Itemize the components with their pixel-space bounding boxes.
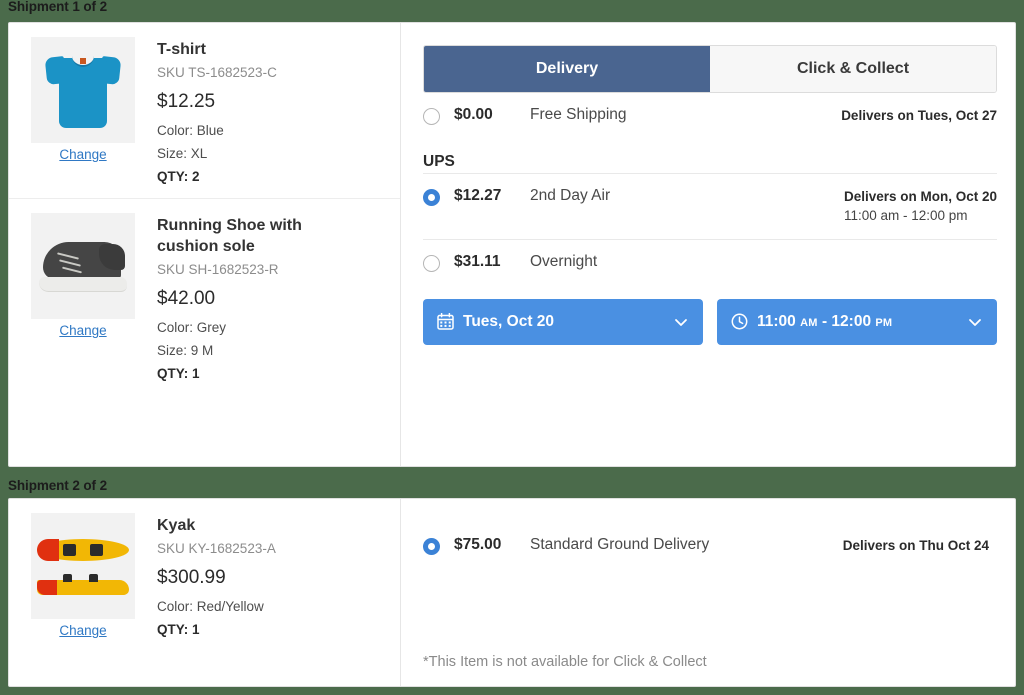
radio-2nd-day-air[interactable] (423, 188, 440, 206)
product-price: $12.25 (157, 91, 216, 113)
product-row: Change Running Shoe with cushion sole SK… (9, 198, 400, 395)
time-end: 12:00 (831, 312, 872, 330)
product-title: Kyak (157, 517, 196, 534)
option-price: $12.27 (454, 186, 502, 204)
shipment-1-card: Change T-shirt SKU TS-1682523-C $12.25 C… (8, 22, 1016, 467)
product-price: $42.00 (157, 288, 216, 310)
shipping-option-standard-ground[interactable]: $75.00 Standard Ground Delivery Delivers… (423, 523, 989, 569)
product-qty: QTY: 1 (157, 366, 200, 382)
time-start-meridiem: AM (800, 316, 818, 329)
carrier-name: UPS (423, 152, 455, 170)
running-shoe-icon (39, 242, 127, 294)
product-title: Running Shoe with cushion sole (157, 217, 302, 256)
option-price: $31.11 (454, 252, 501, 270)
product-size: Size: 9 M (157, 343, 214, 359)
tshirt-thumbnail (31, 37, 135, 143)
delivery-slot-pickers: Tues, Oct 20 11:00 AM - 12:00 PM (401, 285, 1023, 345)
delivery-date-picker[interactable]: Tues, Oct 20 (423, 298, 703, 345)
product-price: $300.99 (157, 567, 226, 589)
delivery-time-picker[interactable]: 11:00 AM - 12:00 PM (717, 298, 997, 345)
change-item-link[interactable]: Change (31, 323, 135, 338)
time-start: 11:00 (757, 312, 796, 330)
shipment-2-label: Shipment 2 of 2 (8, 478, 108, 493)
tab-delivery[interactable]: Delivery (424, 46, 710, 92)
product-thumbnail-wrap: Change (31, 37, 135, 184)
running-shoe-thumbnail (31, 213, 135, 320)
time-end-meridiem: PM (875, 316, 893, 329)
shipment-2-items-column: Change Kyak SKU KY-1682523-A $300.99 Col… (9, 499, 401, 686)
shipment-1-label: Shipment 1 of 2 (8, 0, 108, 14)
shipping-options-list: $75.00 Standard Ground Delivery Delivers… (401, 499, 1015, 569)
change-item-link[interactable]: Change (31, 147, 135, 162)
product-thumbnail-wrap: Change (31, 513, 135, 638)
tshirt-icon (44, 52, 122, 128)
shipment-2-options-column: $75.00 Standard Ground Delivery Delivers… (401, 499, 1015, 686)
kayak-thumbnail (31, 513, 135, 619)
option-eta-window: 11:00 am - 12:00 pm (843, 208, 968, 224)
product-sku: SKU KY-1682523-A (157, 541, 276, 557)
product-sku: SKU TS-1682523-C (157, 65, 277, 81)
option-name: Standard Ground Delivery (530, 536, 710, 553)
product-qty: QTY: 1 (157, 622, 200, 638)
option-eta: Delivers on Tues, Oct 27 (841, 108, 997, 123)
option-name: 2nd Day Air (530, 186, 611, 204)
calendar-icon (437, 313, 454, 330)
chevron-down-icon (967, 314, 983, 330)
delivery-date-value: Tues, Oct 20 (463, 312, 555, 330)
option-price: $0.00 (454, 106, 493, 123)
option-eta-date: Delivers on Mon, Oct 20 (843, 188, 997, 204)
product-color: Color: Grey (157, 320, 227, 336)
radio-standard-ground-delivery[interactable] (423, 538, 440, 555)
product-row: Change T-shirt SKU TS-1682523-C $12.25 C… (9, 23, 400, 198)
shipment-1-options-column: Delivery Click & Collect $0.00 Free Ship… (401, 23, 1023, 466)
product-qty: QTY: 2 (157, 169, 200, 185)
option-name: Free Shipping (530, 106, 627, 123)
product-info: T-shirt SKU TS-1682523-C $12.25 Color: B… (157, 37, 277, 184)
radio-overnight[interactable] (423, 254, 440, 272)
shipping-option-overnight[interactable]: $31.11 Overnight (423, 240, 997, 285)
product-size: Size: XL (157, 146, 208, 162)
shipment-1-items-column: Change T-shirt SKU TS-1682523-C $12.25 C… (9, 23, 401, 466)
radio-free-shipping[interactable] (423, 108, 440, 125)
fulfillment-tabs: Delivery Click & Collect (423, 45, 997, 93)
product-info: Running Shoe with cushion sole SKU SH-16… (157, 213, 342, 381)
option-eta: Delivers on Thu Oct 24 (842, 538, 989, 553)
chevron-down-icon (673, 314, 689, 330)
option-eta: Delivers on Mon, Oct 20 11:00 am - 12:00… (844, 187, 997, 226)
shipment-2-card: Change Kyak SKU KY-1682523-A $300.99 Col… (8, 498, 1016, 687)
shipping-option-free[interactable]: $0.00 Free Shipping Delivers on Tues, Oc… (423, 93, 997, 139)
product-thumbnail-wrap: Change (31, 213, 135, 381)
change-item-link[interactable]: Change (31, 623, 135, 638)
option-name: Overnight (530, 252, 598, 270)
product-color: Color: Red/Yellow (157, 599, 264, 615)
delivery-time-value: 11:00 AM - 12:00 PM (757, 313, 959, 331)
time-separator: - (821, 312, 828, 330)
product-row: Change Kyak SKU KY-1682523-A $300.99 Col… (9, 499, 400, 652)
kayak-icon (35, 535, 131, 597)
shipping-options-list: $0.00 Free Shipping Delivers on Tues, Oc… (401, 93, 1023, 285)
product-info: Kyak SKU KY-1682523-A $300.99 Color: Red… (157, 513, 276, 638)
product-color: Color: Blue (157, 123, 224, 139)
product-title: T-shirt (157, 41, 206, 58)
tab-click-and-collect[interactable]: Click & Collect (710, 46, 996, 92)
click-collect-unavailable-note: *This Item is not available for Click & … (423, 654, 707, 670)
product-sku: SKU SH-1682523-R (157, 262, 279, 278)
shipping-option-2nd-day-air[interactable]: $12.27 2nd Day Air Delivers on Mon, Oct … (423, 174, 997, 239)
checkout-shipments-page: Shipment 1 of 2 Change T-shirt SKU TS-16… (0, 0, 1024, 695)
clock-icon (731, 313, 748, 330)
option-price: $75.00 (454, 536, 502, 553)
